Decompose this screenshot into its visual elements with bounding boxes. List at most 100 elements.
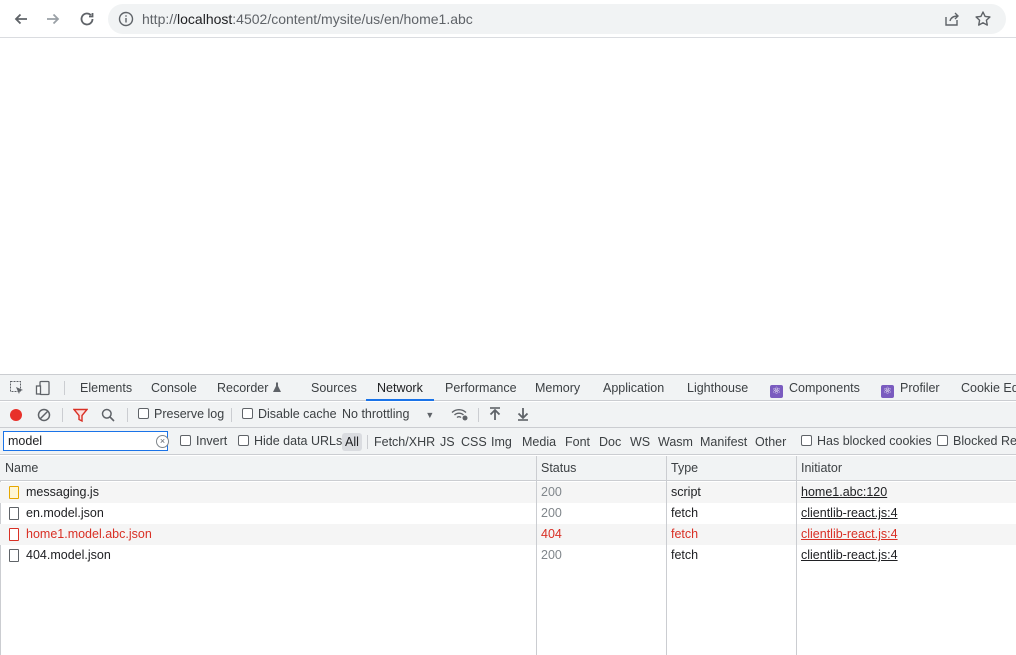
table-row[interactable]: 404.model.json 200 fetch clientlib-react… bbox=[0, 545, 1016, 566]
url-path: :4502/content/mysite/us/en/home1.abc bbox=[232, 11, 473, 27]
request-initiator[interactable]: clientlib-react.js:4 bbox=[801, 503, 898, 524]
table-row[interactable]: messaging.js 200 script home1.abc:120 bbox=[0, 482, 1016, 503]
device-toolbar-icon[interactable] bbox=[35, 380, 51, 396]
column-header-name[interactable]: Name bbox=[0, 456, 38, 481]
invert-checkbox[interactable]: Invert bbox=[180, 434, 227, 448]
tab-network[interactable]: Network bbox=[366, 375, 434, 401]
tab-elements[interactable]: Elements bbox=[80, 375, 132, 401]
filter-input-value: model bbox=[8, 434, 43, 448]
react-icon: ⚛ bbox=[770, 385, 783, 398]
type-filter-css[interactable]: CSS bbox=[458, 433, 490, 451]
column-divider[interactable] bbox=[796, 456, 797, 655]
checkbox[interactable] bbox=[242, 408, 253, 419]
tab-recorder[interactable]: Recorder bbox=[217, 375, 282, 401]
tab-application[interactable]: Application bbox=[603, 375, 664, 401]
clear-input-icon[interactable]: × bbox=[156, 435, 169, 448]
share-icon[interactable] bbox=[944, 11, 960, 27]
tab-profiler[interactable]: ⚛ Profiler bbox=[881, 375, 940, 401]
request-status: 200 bbox=[541, 485, 562, 499]
request-initiator[interactable]: home1.abc:120 bbox=[801, 482, 887, 503]
checkbox[interactable] bbox=[180, 435, 191, 446]
has-blocked-cookies-checkbox[interactable]: Has blocked cookies bbox=[801, 434, 932, 448]
file-icon bbox=[9, 549, 19, 562]
has-blocked-cookies-label: Has blocked cookies bbox=[817, 434, 932, 448]
url-text[interactable]: http://localhost:4502/content/mysite/us/… bbox=[142, 11, 473, 27]
file-icon bbox=[9, 528, 19, 541]
devtools-tab-bar: Elements Console Recorder Sources Networ… bbox=[0, 375, 1016, 401]
back-button[interactable] bbox=[10, 8, 32, 30]
throttling-value: No throttling bbox=[342, 407, 410, 421]
type-filter-all[interactable]: All bbox=[342, 433, 362, 451]
table-row[interactable]: en.model.json 200 fetch clientlib-react.… bbox=[0, 503, 1016, 524]
column-header-status[interactable]: Status bbox=[536, 456, 576, 481]
toolbar-separator bbox=[231, 408, 232, 422]
search-icon[interactable] bbox=[101, 408, 115, 422]
table-row[interactable]: home1.model.abc.json 404 fetch clientlib… bbox=[0, 524, 1016, 545]
tab-memory[interactable]: Memory bbox=[535, 375, 580, 401]
request-name[interactable]: home1.model.abc.json bbox=[26, 524, 152, 545]
type-filter-manifest[interactable]: Manifest bbox=[697, 433, 750, 451]
column-header-initiator[interactable]: Initiator bbox=[796, 456, 842, 481]
request-name[interactable]: en.model.json bbox=[26, 503, 104, 524]
browser-toolbar: http://localhost:4502/content/mysite/us/… bbox=[0, 0, 1016, 38]
toolbar-separator bbox=[367, 435, 368, 449]
throttling-select[interactable]: No throttling ▼ bbox=[342, 407, 434, 421]
request-name[interactable]: 404.model.json bbox=[26, 545, 111, 566]
record-icon[interactable] bbox=[9, 408, 23, 422]
url-scheme: http:// bbox=[142, 11, 178, 27]
tab-cookie-editor[interactable]: Cookie Edi bbox=[961, 375, 1016, 401]
filter-icon[interactable] bbox=[73, 408, 88, 422]
request-status: 200 bbox=[541, 548, 562, 562]
preserve-log-checkbox[interactable]: Preserve log bbox=[138, 407, 224, 421]
info-icon[interactable] bbox=[118, 11, 134, 27]
clear-icon[interactable] bbox=[37, 408, 51, 422]
request-initiator[interactable]: clientlib-react.js:4 bbox=[801, 524, 898, 545]
hide-data-urls-label: Hide data URLs bbox=[254, 434, 343, 448]
column-divider[interactable] bbox=[666, 456, 667, 655]
type-filter-img[interactable]: Img bbox=[488, 433, 515, 451]
request-type: script bbox=[671, 485, 701, 499]
download-icon[interactable] bbox=[517, 407, 529, 421]
blocked-requests-checkbox[interactable]: Blocked Rec bbox=[937, 434, 1016, 448]
tab-sources[interactable]: Sources bbox=[311, 375, 357, 401]
tab-performance[interactable]: Performance bbox=[445, 375, 517, 401]
tab-lighthouse[interactable]: Lighthouse bbox=[687, 375, 748, 401]
disable-cache-checkbox[interactable]: Disable cache bbox=[242, 407, 337, 421]
checkbox[interactable] bbox=[801, 435, 812, 446]
star-icon[interactable] bbox=[974, 10, 992, 28]
type-filter-fetch-xhr[interactable]: Fetch/XHR bbox=[371, 433, 438, 451]
type-filter-font[interactable]: Font bbox=[562, 433, 593, 451]
type-filter-js[interactable]: JS bbox=[437, 433, 458, 451]
tab-console[interactable]: Console bbox=[151, 375, 197, 401]
reload-button[interactable] bbox=[76, 8, 98, 30]
upload-icon[interactable] bbox=[489, 407, 501, 421]
toolbar-separator bbox=[62, 408, 63, 422]
wifi-settings-icon[interactable] bbox=[451, 407, 469, 422]
forward-button[interactable] bbox=[42, 8, 64, 30]
type-filter-doc[interactable]: Doc bbox=[596, 433, 624, 451]
devtools-panel: Elements Console Recorder Sources Networ… bbox=[0, 374, 1016, 655]
request-type: fetch bbox=[671, 548, 699, 562]
inspect-icon[interactable] bbox=[9, 380, 25, 396]
column-divider[interactable] bbox=[536, 456, 537, 655]
request-initiator[interactable]: clientlib-react.js:4 bbox=[801, 545, 898, 566]
type-filter-wasm[interactable]: Wasm bbox=[655, 433, 696, 451]
recorder-flask-icon bbox=[272, 382, 281, 392]
column-header-type[interactable]: Type bbox=[666, 456, 698, 481]
checkbox[interactable] bbox=[138, 408, 149, 419]
invert-label: Invert bbox=[196, 434, 228, 448]
checkbox[interactable] bbox=[937, 435, 948, 446]
type-filter-media[interactable]: Media bbox=[519, 433, 559, 451]
checkbox[interactable] bbox=[238, 435, 249, 446]
address-bar[interactable]: http://localhost:4502/content/mysite/us/… bbox=[108, 4, 1006, 34]
react-icon: ⚛ bbox=[881, 385, 894, 398]
type-filter-other[interactable]: Other bbox=[752, 433, 789, 451]
request-status: 404 bbox=[541, 527, 562, 541]
request-status: 200 bbox=[541, 506, 562, 520]
type-filter-ws[interactable]: WS bbox=[627, 433, 653, 451]
tab-components[interactable]: ⚛ Components bbox=[770, 375, 860, 401]
request-name[interactable]: messaging.js bbox=[26, 482, 99, 503]
hide-data-urls-checkbox[interactable]: Hide data URLs bbox=[238, 434, 342, 448]
filter-input[interactable]: model × bbox=[3, 431, 169, 451]
tab-profiler-label: Profiler bbox=[900, 381, 940, 395]
